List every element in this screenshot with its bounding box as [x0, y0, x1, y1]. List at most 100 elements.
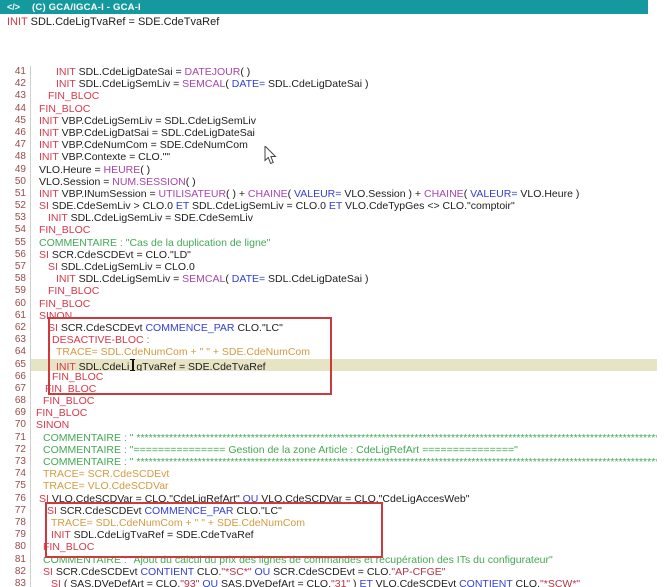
code-line[interactable]: 65INIT SDL.CdeLigTvaRef = SDE.CdeTvaRef	[0, 359, 657, 371]
code-line[interactable]: 59FIN_BLOC	[0, 285, 657, 297]
code-line[interactable]: 57SI SDL.CdeLigSemLiv = CLO.0	[0, 261, 657, 273]
code-line[interactable]: 63DESACTIVE-BLOC :	[0, 334, 657, 346]
code-text[interactable]: INIT SDL.CdeLigTvaRef = SDE.CdeTvaRef	[31, 359, 657, 371]
code-line[interactable]: 74TRACE= SCR.CdeSCDEvt	[0, 468, 657, 480]
code-text[interactable]: INIT VBP.INumSession = UTILISATEUR( ) + …	[31, 188, 657, 200]
code-line[interactable]: 83SI ( SAS.DVeDefArt = CLO."93" OU SAS.D…	[0, 578, 657, 587]
code-line[interactable]: 77SI SCR.CdeSCDEvt COMMENCE_PAR CLO."LC"	[0, 505, 657, 517]
code-line[interactable]: 62SI SCR.CdeSCDEvt COMMENCE_PAR CLO."LC"	[0, 322, 657, 334]
code-text[interactable]: COMMENTAIRE : "=============== Gestion d…	[31, 444, 657, 456]
code-text[interactable]: TRACE= VLO.CdeSCDVar	[31, 480, 657, 492]
code-line[interactable]: 47INIT VBP.CdeNumCom = SDE.CdeNumCom	[0, 139, 657, 151]
code-text[interactable]: SI SCR.CdeSCDEvt COMMENCE_PAR CLO."LC"	[31, 322, 657, 334]
code-segment: INIT	[39, 139, 62, 151]
code-text[interactable]: INIT SDL.CdeLigSemLiv = SEMCAL( DATE= SD…	[31, 78, 657, 90]
code-text[interactable]: INIT SDL.CdeLigTvaRef = SDE.CdeTvaRef	[31, 529, 657, 541]
code-editor[interactable]: 41INIT SDL.CdeLigDateSai = DATEJOUR( )42…	[0, 66, 657, 587]
code-line[interactable]: 49VLO.Heure = HEURE( )	[0, 164, 657, 176]
code-text[interactable]: FIN_BLOC	[31, 298, 657, 310]
code-text[interactable]: VLO.Session = NUM.SESSION( )	[31, 176, 657, 188]
code-text[interactable]: SI SDE.CdeSemLiv > CLO.0 ET SDL.CdeLigSe…	[31, 200, 657, 212]
code-line[interactable]: 45INIT VBP.CdeLigSemLiv = SDL.CdeLigSemL…	[0, 115, 657, 127]
code-line[interactable]: 66FIN_BLOC	[0, 371, 657, 383]
code-text[interactable]: INIT VBP.Contexte = CLO.""	[31, 151, 657, 163]
code-text[interactable]: COMMENTAIRE : "Cas de la duplication de …	[31, 237, 657, 249]
code-line[interactable]: 50VLO.Session = NUM.SESSION( )	[0, 176, 657, 188]
code-text[interactable]: COMMENTAIRE : " ************************…	[31, 456, 657, 468]
code-text[interactable]: INIT VBP.CdeLigSemLiv = SDL.CdeLigSemLiv	[31, 115, 657, 127]
code-segment: SCR.CdeSCDEvt = CLO."LD"	[52, 249, 191, 261]
code-line[interactable]: 54FIN_BLOC	[0, 224, 657, 236]
code-text[interactable]: SI ( SAS.DVeDefArt = CLO."93" OU SAS.DVe…	[31, 578, 657, 587]
code-text[interactable]: FIN_BLOC	[31, 371, 657, 383]
code-line[interactable]: 68FIN_BLOC	[0, 395, 657, 407]
code-line[interactable]: 48INIT VBP.Contexte = CLO.""	[0, 151, 657, 163]
code-line[interactable]: 51INIT VBP.INumSession = UTILISATEUR( ) …	[0, 188, 657, 200]
code-text[interactable]: SI SCR.CdeSCDEvt = CLO."LD"	[31, 249, 657, 261]
code-segment: FIN_BLOC	[43, 541, 94, 553]
code-segment: SEMCAL	[182, 273, 225, 285]
header-code-line[interactable]: INIT SDL.CdeLigTvaRef = SDE.CdeTvaRef	[7, 16, 219, 28]
code-line[interactable]: 71COMMENTAIRE : " **********************…	[0, 432, 657, 444]
code-line[interactable]: 67FIN_BLOC	[0, 383, 657, 395]
code-line[interactable]: 72COMMENTAIRE : "=============== Gestion…	[0, 444, 657, 456]
code-segment: SDL.CdeLigSemLiv = CLO.0	[61, 261, 195, 273]
code-text[interactable]: SI VLO.CdeSCDVar = CLO."CdeLigRefArt" OU…	[31, 493, 657, 505]
code-line[interactable]: 80FIN_BLOC	[0, 541, 657, 553]
code-segment: VLO.CdeSCDVar = CLO."CdeLigAccesWeb"	[258, 493, 469, 505]
code-text[interactable]: SI SCR.CdeSCDEvt CONTIENT CLO."*SC*" OU …	[31, 566, 657, 578]
code-line[interactable]: 69FIN_BLOC	[0, 407, 657, 419]
code-text[interactable]: FIN_BLOC	[31, 383, 657, 395]
line-number: 44	[0, 103, 31, 115]
code-line[interactable]: 56SI SCR.CdeSCDEvt = CLO."LD"	[0, 249, 657, 261]
code-text[interactable]: INIT SDL.CdeLigSemLiv = SEMCAL( DATE= SD…	[31, 273, 657, 285]
code-line[interactable]: 46INIT VBP.CdeLigDatSai = SDL.CdeLigDate…	[0, 127, 657, 139]
code-line[interactable]: 82SI SCR.CdeSCDEvt CONTIENT CLO."*SC*" O…	[0, 566, 657, 578]
code-text[interactable]: FIN_BLOC	[31, 407, 657, 419]
code-line[interactable]: 43FIN_BLOC	[0, 90, 657, 102]
code-line[interactable]: 73COMMENTAIRE : " **********************…	[0, 456, 657, 468]
code-line[interactable]: 53INIT SDL.CdeLigSemLiv = SDE.CdeSemLiv	[0, 212, 657, 224]
code-text[interactable]: INIT VBP.CdeNumCom = SDE.CdeNumCom	[31, 139, 657, 151]
code-segment: VLO.CdeSCDEvt	[373, 578, 459, 587]
code-text[interactable]: SINON	[31, 419, 657, 431]
code-text[interactable]: INIT SDL.CdeLigDateSai = DATEJOUR( )	[31, 66, 657, 78]
code-text[interactable]: COMMENTAIRE : " ************************…	[31, 432, 657, 444]
code-text[interactable]: COMMENTAIRE : "Ajout du calcul du prix d…	[31, 554, 657, 566]
editor-tab-bar[interactable]: </> (C) GCA/IGCA-I - GCA-I	[0, 0, 648, 14]
code-text[interactable]: FIN_BLOC	[31, 285, 657, 297]
code-text[interactable]: FIN_BLOC	[31, 103, 657, 115]
code-text[interactable]: VLO.Heure = HEURE( )	[31, 164, 657, 176]
code-text[interactable]: TRACE= SDL.CdeNumCom + " " + SDE.CdeNumC…	[31, 517, 657, 529]
code-text[interactable]: SI SCR.CdeSCDEvt COMMENCE_PAR CLO."LC"	[31, 505, 657, 517]
code-text[interactable]: TRACE= SDL.CdeNumCom + " " + SDE.CdeNumC…	[31, 346, 657, 358]
tab-title: (C) GCA/IGCA-I - GCA-I	[32, 2, 141, 13]
code-line[interactable]: 81COMMENTAIRE : "Ajout du calcul du prix…	[0, 554, 657, 566]
code-text[interactable]: DESACTIVE-BLOC :	[31, 334, 657, 346]
code-line[interactable]: 61SINON	[0, 310, 657, 322]
code-line[interactable]: 44FIN_BLOC	[0, 103, 657, 115]
code-text[interactable]: INIT VBP.CdeLigDatSai = SDL.CdeLigDateSa…	[31, 127, 657, 139]
code-line[interactable]: 78TRACE= SDL.CdeNumCom + " " + SDE.CdeNu…	[0, 517, 657, 529]
code-line[interactable]: 79INIT SDL.CdeLigTvaRef = SDE.CdeTvaRef	[0, 529, 657, 541]
code-text[interactable]: FIN_BLOC	[31, 90, 657, 102]
code-text[interactable]: TRACE= SCR.CdeSCDEvt	[31, 468, 657, 480]
code-line[interactable]: 55COMMENTAIRE : "Cas de la duplication d…	[0, 237, 657, 249]
code-text[interactable]: SINON	[31, 310, 657, 322]
code-line[interactable]: 76SI VLO.CdeSCDVar = CLO."CdeLigRefArt" …	[0, 493, 657, 505]
code-line[interactable]: 60FIN_BLOC	[0, 298, 657, 310]
code-text[interactable]: INIT SDL.CdeLigSemLiv = SDE.CdeSemLiv	[31, 212, 657, 224]
code-line[interactable]: 42INIT SDL.CdeLigSemLiv = SEMCAL( DATE= …	[0, 78, 657, 90]
code-segment: ( )	[140, 164, 150, 176]
code-line[interactable]: 70SINON	[0, 419, 657, 431]
code-line[interactable]: 64TRACE= SDL.CdeNumCom + " " + SDE.CdeNu…	[0, 346, 657, 358]
code-text[interactable]: FIN_BLOC	[31, 541, 657, 553]
code-text[interactable]: FIN_BLOC	[31, 395, 657, 407]
code-line[interactable]: 52SI SDE.CdeSemLiv > CLO.0 ET SDL.CdeLig…	[0, 200, 657, 212]
line-number: 58	[0, 273, 31, 285]
code-line[interactable]: 58INIT SDL.CdeLigSemLiv = SEMCAL( DATE= …	[0, 273, 657, 285]
code-text[interactable]: FIN_BLOC	[31, 224, 657, 236]
code-line[interactable]: 41INIT SDL.CdeLigDateSai = DATEJOUR( )	[0, 66, 657, 78]
code-text[interactable]: SI SDL.CdeLigSemLiv = CLO.0	[31, 261, 657, 273]
code-line[interactable]: 75TRACE= VLO.CdeSCDVar	[0, 480, 657, 492]
